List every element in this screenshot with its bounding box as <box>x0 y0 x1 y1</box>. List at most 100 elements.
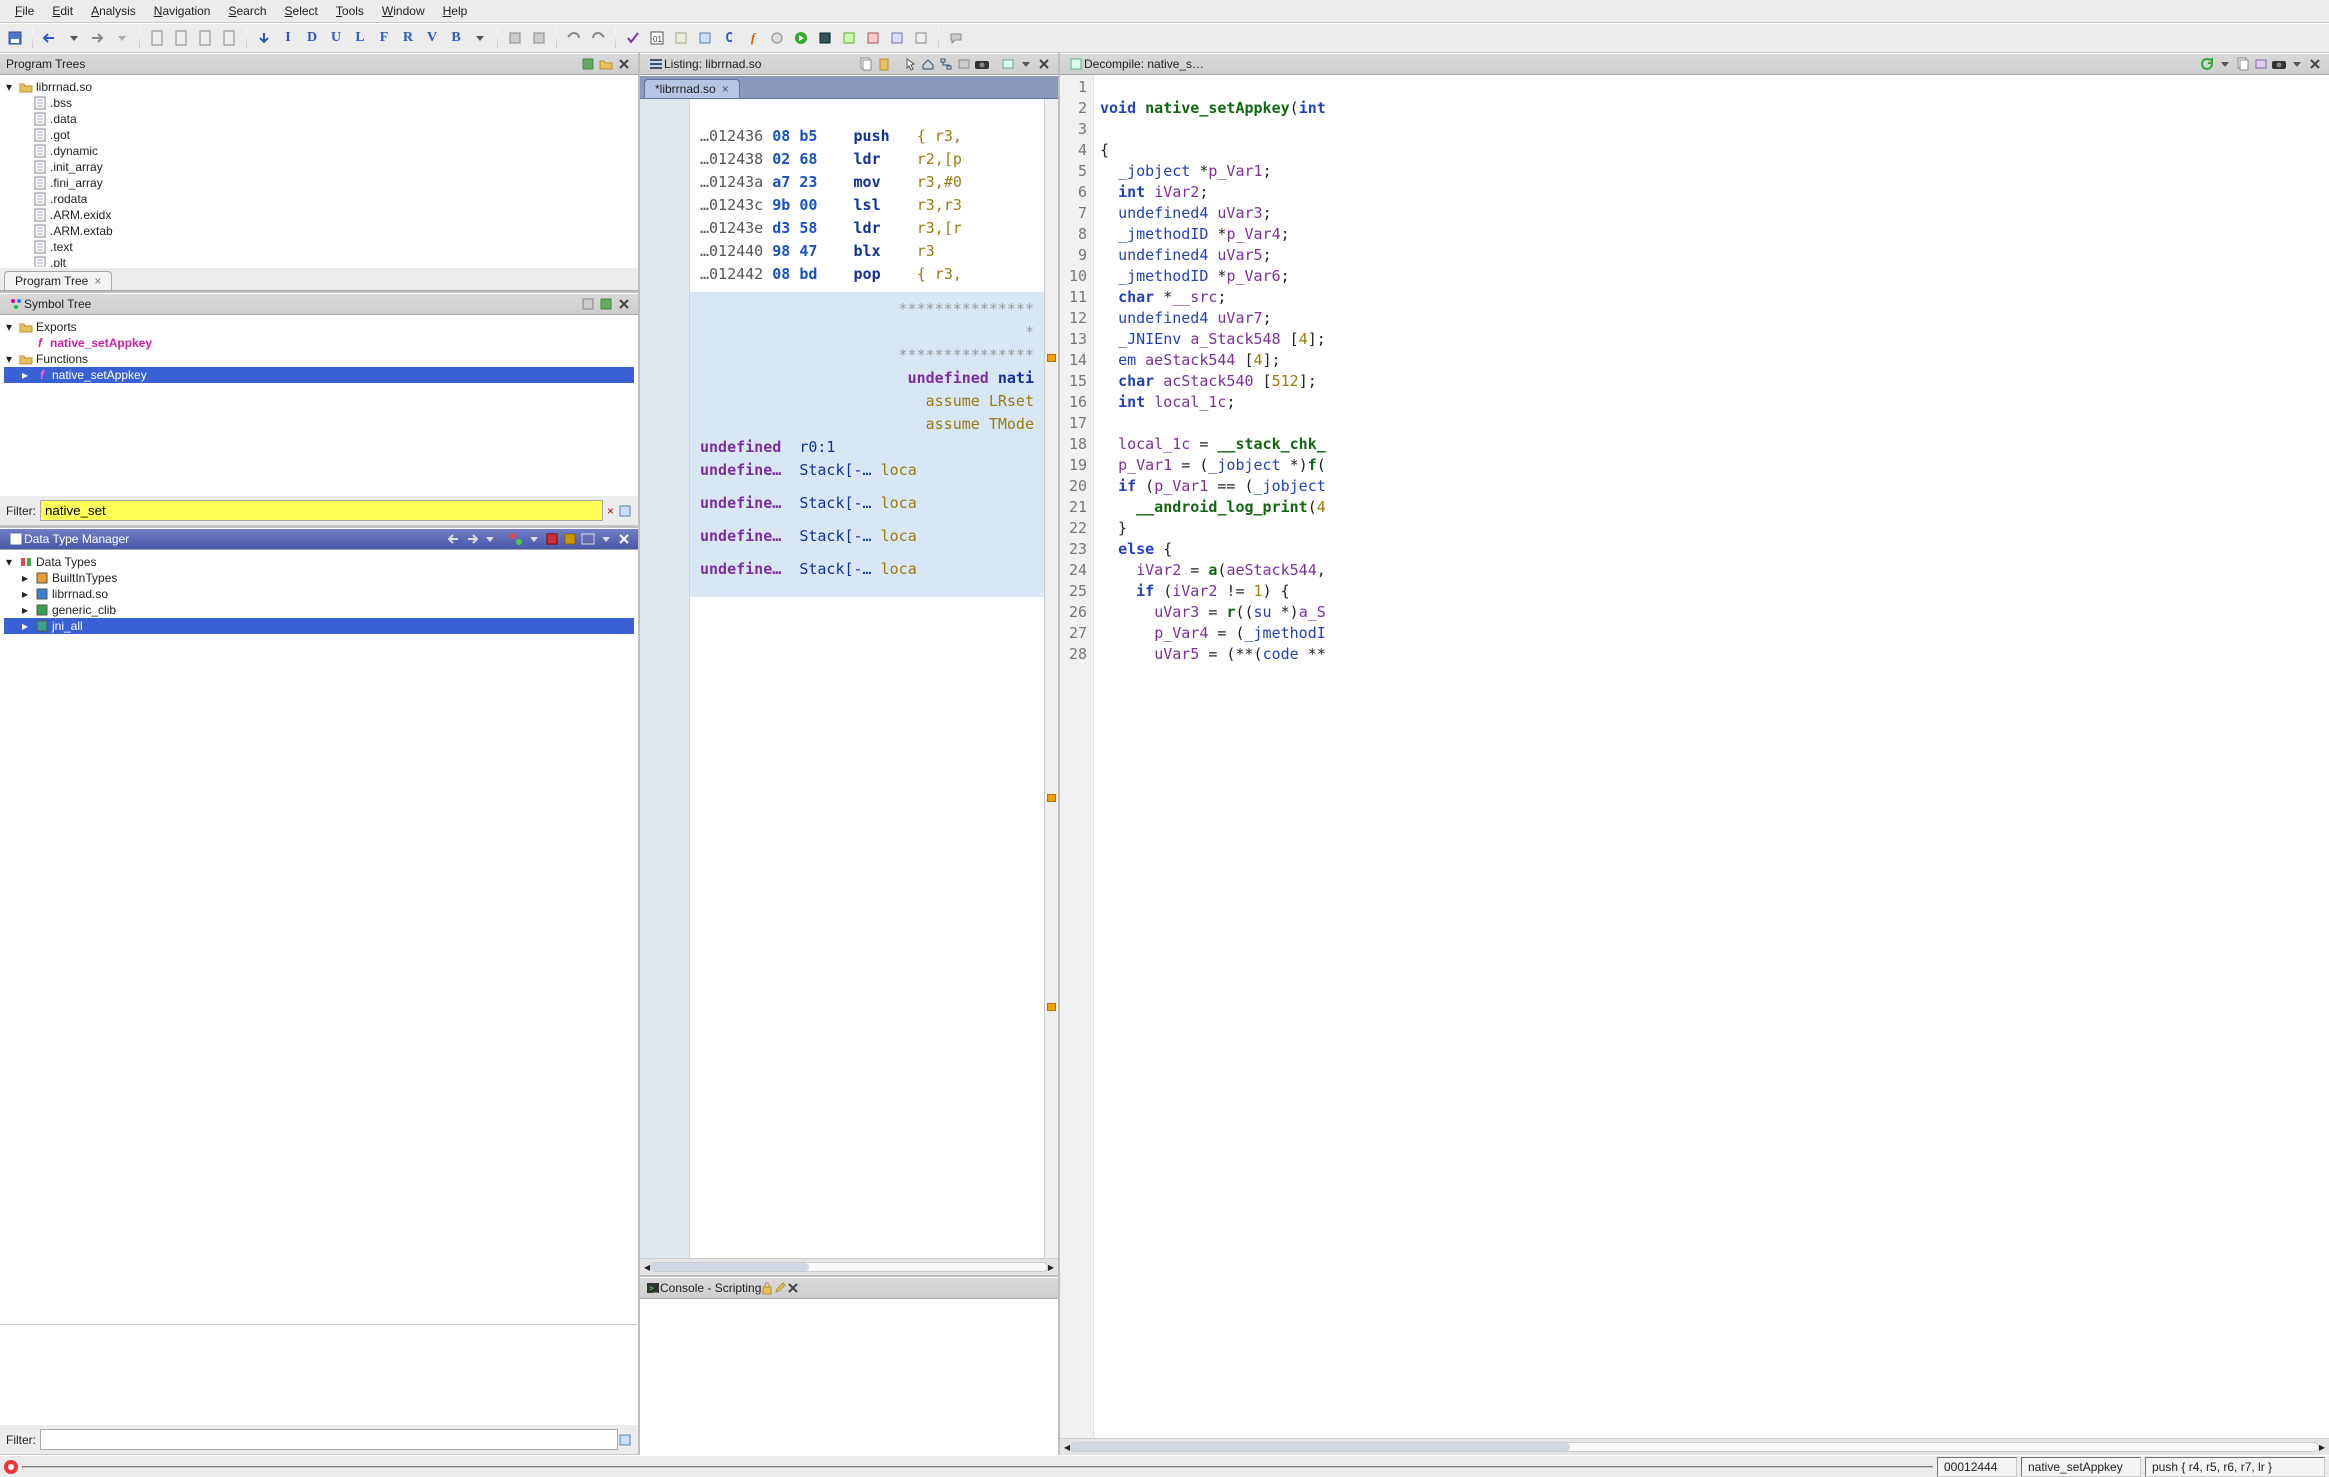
folder-icon[interactable] <box>598 56 614 72</box>
dropdown-icon[interactable] <box>469 27 491 49</box>
tree-functions[interactable]: ▾ Functions <box>4 351 634 367</box>
undo-icon[interactable] <box>563 27 585 49</box>
misc-icon[interactable] <box>670 27 692 49</box>
menu-edit[interactable]: Edit <box>43 2 82 20</box>
tree-section[interactable]: .text <box>4 239 634 255</box>
tree-section[interactable]: .ARM.extab <box>4 223 634 239</box>
misc-icon[interactable] <box>528 27 550 49</box>
letter-icon[interactable]: I <box>277 27 299 49</box>
copy-icon[interactable] <box>2235 56 2251 72</box>
graph-icon[interactable] <box>938 56 954 72</box>
close-icon[interactable]: × <box>722 82 729 96</box>
camera-icon[interactable] <box>2271 56 2287 72</box>
tree-section[interactable]: .got <box>4 127 634 143</box>
dropdown-icon[interactable] <box>63 27 85 49</box>
letter-icon[interactable]: L <box>349 27 371 49</box>
copy-icon[interactable] <box>858 56 874 72</box>
listing-stack-row[interactable]: undefine… Stack[-… loca <box>700 525 1034 548</box>
ghidra-icon[interactable] <box>0 1459 22 1475</box>
tree-function-item[interactable]: ▸ f native_setAppkey <box>4 367 634 383</box>
listing-stack-row[interactable]: undefine… Stack[-… loca <box>700 492 1034 515</box>
doc-icon[interactable] <box>146 27 168 49</box>
dropdown-icon[interactable] <box>1018 56 1034 72</box>
close-icon[interactable] <box>1036 56 1052 72</box>
listing-row[interactable]: …012438 02 68 ldr r2,[p <box>700 148 1034 171</box>
settings-icon[interactable] <box>618 1433 632 1447</box>
paste-icon[interactable] <box>876 56 892 72</box>
dropdown-icon[interactable] <box>482 531 498 547</box>
listing-row[interactable]: …01243e d3 58 ldr r3,[r <box>700 217 1034 240</box>
tree-exports[interactable]: ▾ Exports <box>4 319 634 335</box>
close-icon[interactable] <box>616 531 632 547</box>
tree-item[interactable]: ▸generic_clib <box>4 602 634 618</box>
dropdown-icon[interactable] <box>598 531 614 547</box>
redo-icon[interactable] <box>587 27 609 49</box>
listing-row[interactable]: …01243a a7 23 mov r3,#0 <box>700 171 1034 194</box>
menu-search[interactable]: Search <box>219 2 275 20</box>
tab-librrnad[interactable]: *librrnad.so × <box>644 79 740 98</box>
fwd-icon[interactable] <box>464 531 480 547</box>
refresh-icon[interactable] <box>2199 56 2215 72</box>
settings-icon[interactable] <box>618 504 632 518</box>
menu-navigation[interactable]: Navigation <box>145 2 220 20</box>
letter-icon[interactable]: D <box>301 27 323 49</box>
menu-window[interactable]: Window <box>373 2 434 20</box>
camera-icon[interactable] <box>974 56 990 72</box>
program-trees-body[interactable]: ▾librrnad.so.bss.data.got.dynamic.init_a… <box>0 75 638 267</box>
misc-icon[interactable] <box>2253 56 2269 72</box>
clear-icon[interactable]: × <box>607 504 614 518</box>
misc-icon[interactable] <box>598 296 614 312</box>
close-icon[interactable] <box>2307 56 2323 72</box>
misc-icon[interactable] <box>862 27 884 49</box>
tab-program-tree[interactable]: Program Tree × <box>4 271 112 290</box>
doc-icon[interactable] <box>218 27 240 49</box>
f-icon[interactable]: f <box>742 27 764 49</box>
symbol-tree-body[interactable]: ▾ Exports f native_setAppkey ▾ Functions <box>0 315 638 495</box>
tree-section[interactable]: .fini_array <box>4 175 634 191</box>
tree-section[interactable]: .data <box>4 111 634 127</box>
save-icon[interactable] <box>4 27 26 49</box>
menu-file[interactable]: File <box>6 2 43 20</box>
edit-icon[interactable] <box>773 1281 787 1295</box>
misc-icon[interactable] <box>910 27 932 49</box>
misc-icon[interactable] <box>1000 56 1016 72</box>
binary-icon[interactable]: 01 <box>646 27 668 49</box>
misc-icon[interactable] <box>694 27 716 49</box>
chevron-right-icon[interactable]: ▸ <box>1048 1260 1054 1274</box>
tree-icon[interactable] <box>580 56 596 72</box>
misc-icon[interactable] <box>504 27 526 49</box>
chevron-right-icon[interactable]: ▸ <box>2319 1440 2325 1454</box>
home-icon[interactable] <box>920 56 936 72</box>
tree-item[interactable]: ▸librrnad.so <box>4 586 634 602</box>
decompile-body[interactable]: 1 2 3 4 5 6 7 8 9 10 11 12 13 14 15 16 1… <box>1060 75 2329 1438</box>
symbol-filter-input[interactable] <box>40 500 603 521</box>
menu-tools[interactable]: Tools <box>327 2 373 20</box>
play-icon[interactable] <box>790 27 812 49</box>
tree-root[interactable]: ▾Data Types <box>4 554 634 570</box>
misc-icon[interactable] <box>814 27 836 49</box>
letter-icon[interactable]: V <box>421 27 443 49</box>
tree-section[interactable]: .bss <box>4 95 634 111</box>
letter-icon[interactable]: U <box>325 27 347 49</box>
tree-item[interactable]: ▸BuiltInTypes <box>4 570 634 586</box>
close-icon[interactable] <box>787 1282 799 1294</box>
tree-section[interactable]: .rodata <box>4 191 634 207</box>
console-body[interactable] <box>640 1299 1058 1455</box>
c-icon[interactable]: C <box>718 27 740 49</box>
lock-icon[interactable] <box>761 1281 773 1295</box>
misc-icon[interactable] <box>956 56 972 72</box>
dtm-filter-input[interactable] <box>40 1429 618 1450</box>
tree-item[interactable]: ▸jni_all <box>4 618 634 634</box>
listing-row[interactable]: …012442 08 bd pop { r3, <box>700 263 1034 286</box>
chat-icon[interactable] <box>945 27 967 49</box>
doc-icon[interactable] <box>170 27 192 49</box>
close-icon[interactable] <box>616 296 632 312</box>
down-arrow-icon[interactable] <box>253 27 275 49</box>
tree-root[interactable]: ▾librrnad.so <box>4 79 634 95</box>
menu-analysis[interactable]: Analysis <box>82 2 145 20</box>
dropdown-icon[interactable] <box>2289 56 2305 72</box>
listing-hscroll[interactable]: ◂ ▸ <box>640 1258 1058 1275</box>
decompile-hscroll[interactable]: ◂ ▸ <box>1060 1438 2329 1455</box>
tree-section[interactable]: .dynamic <box>4 143 634 159</box>
misc-icon[interactable] <box>580 296 596 312</box>
